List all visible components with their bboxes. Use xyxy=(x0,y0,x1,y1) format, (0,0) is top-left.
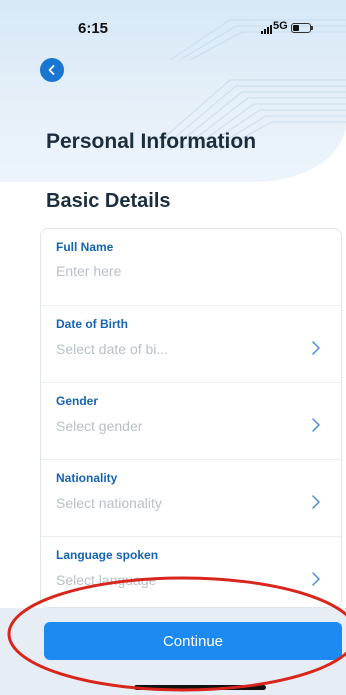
date-of-birth-field[interactable]: Date of Birth Select date of bi... xyxy=(41,306,341,383)
page-title: Personal Information xyxy=(46,130,257,153)
field-label: Language spoken xyxy=(56,548,159,562)
field-label: Full Name xyxy=(56,240,114,254)
chevron-right-icon xyxy=(312,572,320,586)
status-time: 6:15 xyxy=(78,20,109,37)
gender-field[interactable]: Gender Select gender xyxy=(41,383,341,460)
back-arrow-icon xyxy=(48,65,55,75)
back-button[interactable] xyxy=(40,58,64,82)
basic-details-form: Full Name Date of Birth Select date of b… xyxy=(40,228,342,608)
field-label: Gender xyxy=(56,394,99,408)
continue-button[interactable]: Continue xyxy=(44,622,342,660)
language-spoken-field[interactable]: Language spoken Select language xyxy=(41,537,341,607)
date-of-birth-value: Select date of bi... xyxy=(56,341,169,357)
status-bar: 6:15 5G xyxy=(0,0,346,44)
field-label: Date of Birth xyxy=(56,317,128,331)
network-type: 5G xyxy=(273,20,288,32)
gender-value: Select gender xyxy=(56,418,143,434)
chevron-right-icon xyxy=(312,341,320,355)
nationality-value: Select nationality xyxy=(56,495,162,511)
signal-icon xyxy=(261,25,272,34)
nationality-field[interactable]: Nationality Select nationality xyxy=(41,460,341,537)
section-title: Basic Details xyxy=(46,190,171,212)
language-spoken-value: Select language xyxy=(56,572,157,588)
chevron-right-icon xyxy=(312,495,320,509)
field-label: Nationality xyxy=(56,471,118,485)
full-name-field: Full Name xyxy=(41,229,341,306)
battery-icon xyxy=(291,23,311,33)
full-name-input[interactable] xyxy=(56,263,296,279)
home-indicator xyxy=(134,685,266,690)
chevron-right-icon xyxy=(312,418,320,432)
battery-tip xyxy=(311,26,313,30)
